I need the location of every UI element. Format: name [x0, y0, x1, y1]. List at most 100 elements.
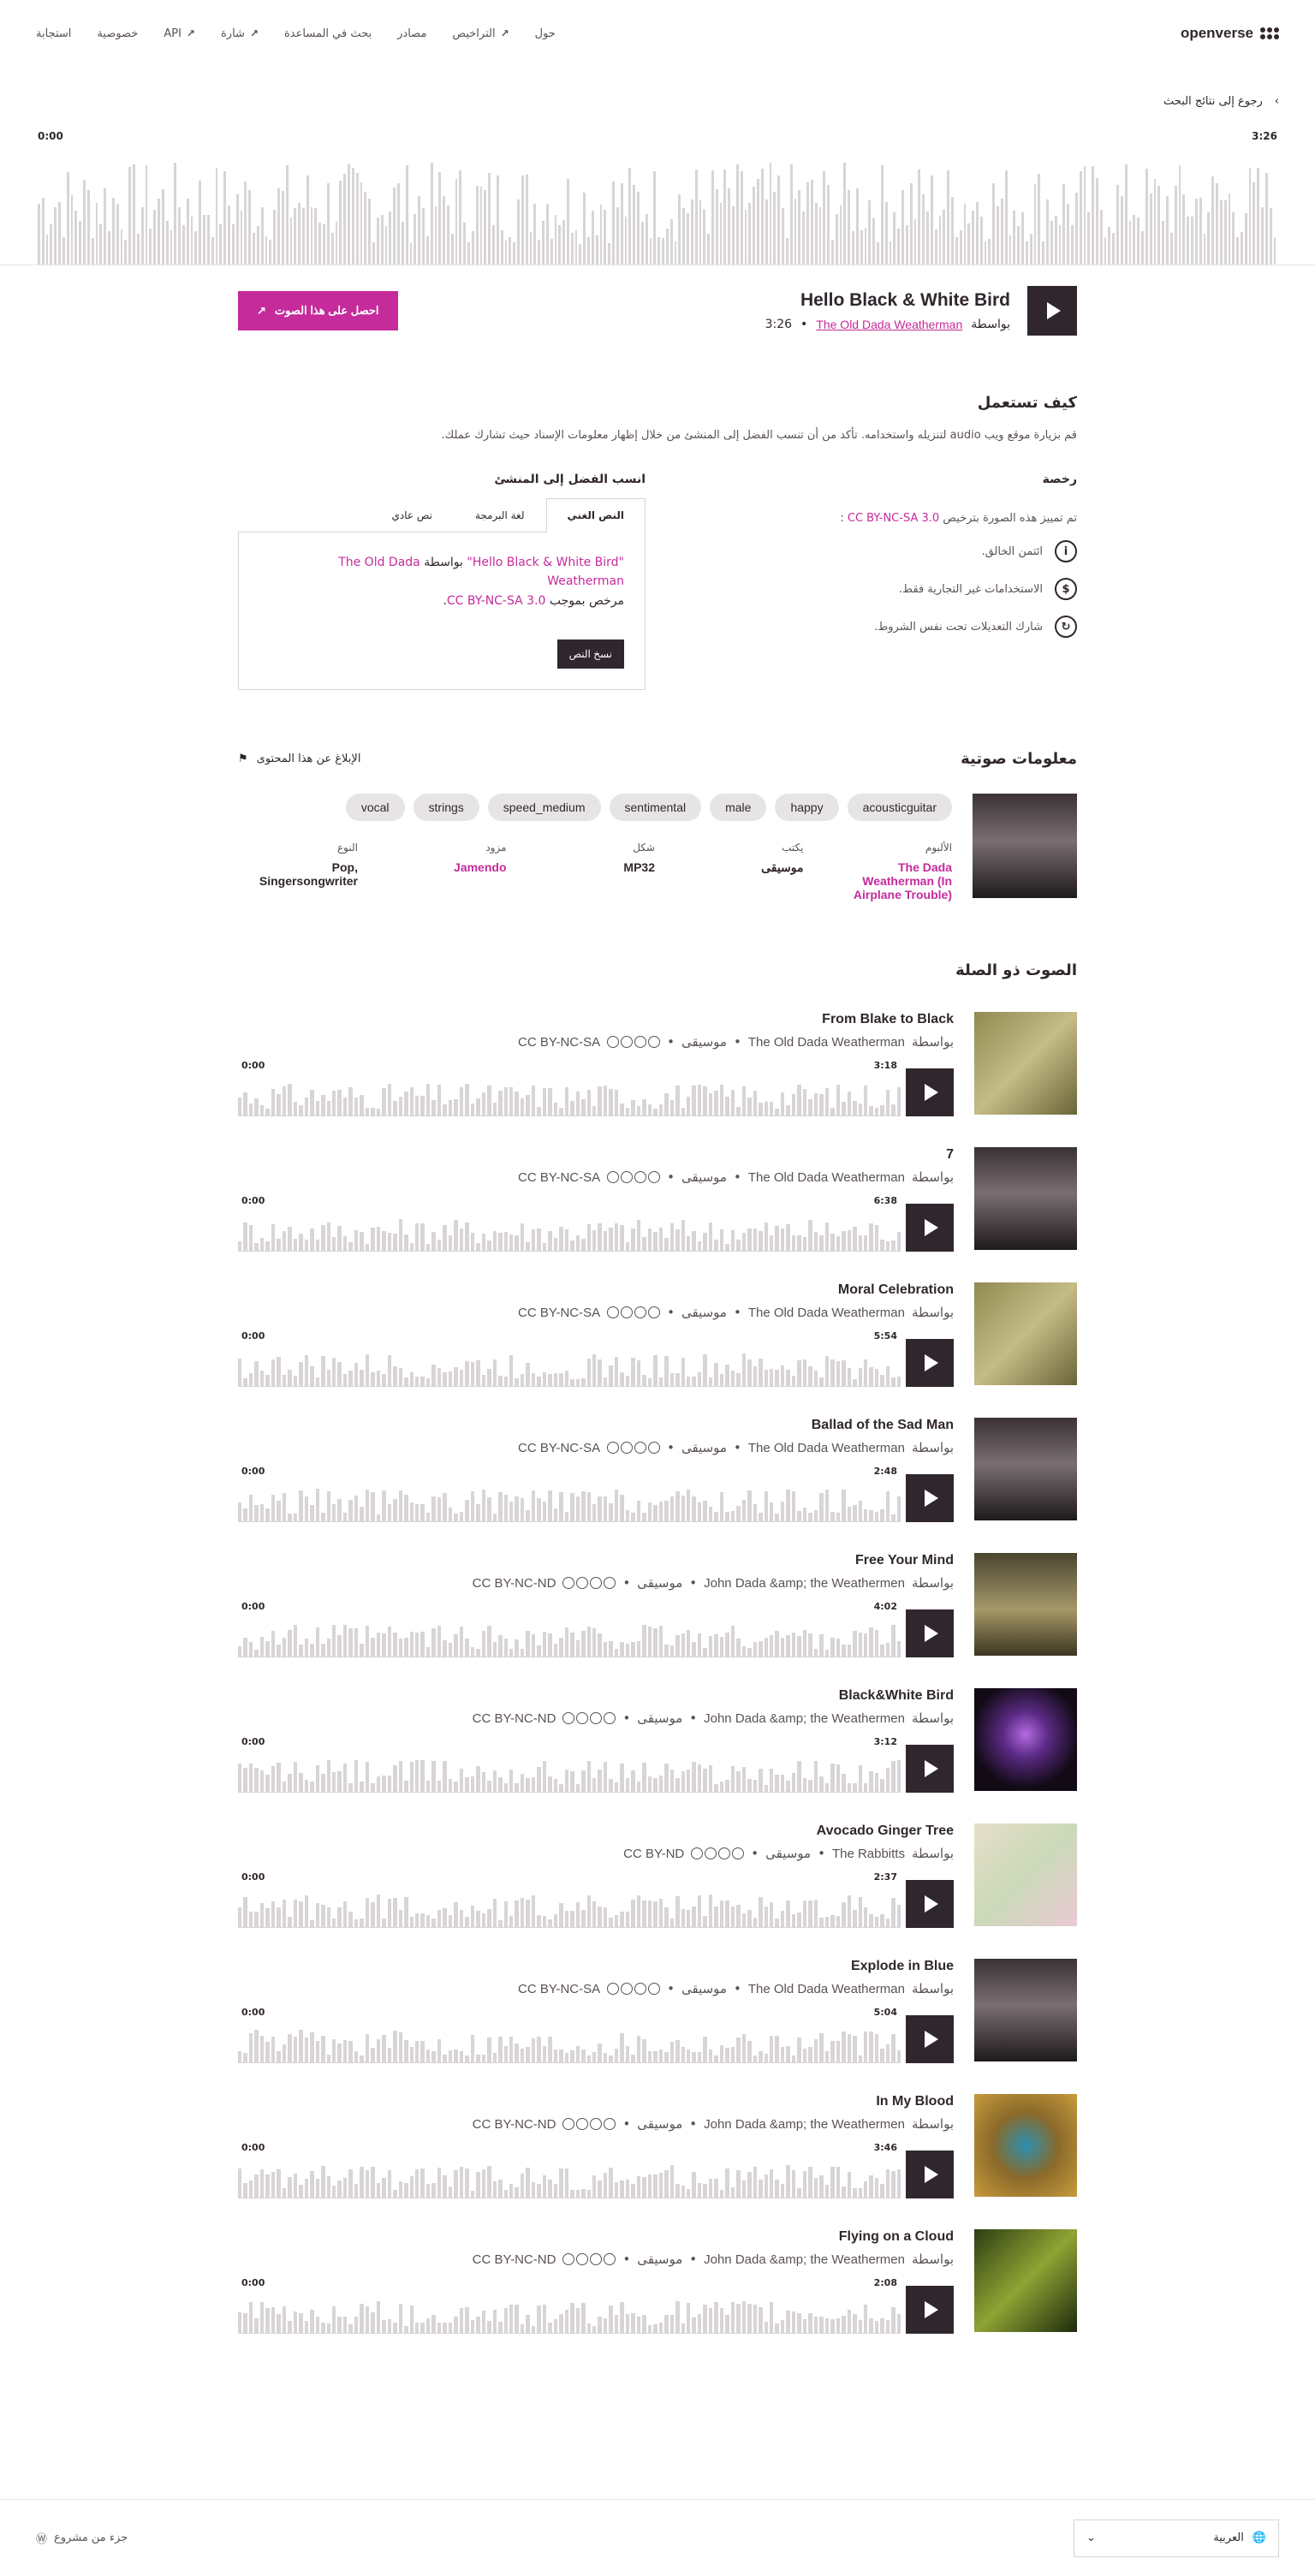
related-waveform[interactable]: 0:00 2:48: [238, 1466, 954, 1522]
play-button[interactable]: [1027, 286, 1077, 336]
separator-dot: •: [800, 318, 808, 331]
download-button[interactable]: احصل على هذا الصوت ↗: [238, 291, 398, 330]
related-waveform[interactable]: 0:00 2:08: [238, 2277, 954, 2334]
related-item[interactable]: Avocado Ginger Tree بواسطة The Rabbitts • مو…: [238, 1823, 1077, 1928]
separator-dot: •: [622, 2116, 631, 2132]
waveform-bar: [802, 1508, 807, 1521]
related-title[interactable]: Moral Celebration: [238, 1282, 954, 1298]
waveform-bar: [730, 1766, 735, 1792]
metadata-link[interactable]: Jamendo: [387, 860, 506, 874]
waveform-bar: [389, 211, 392, 265]
related-item[interactable]: From Blake to Black بواسطة The Old Dada We…: [238, 1012, 1077, 1116]
waveform-bar: [509, 1234, 514, 1251]
copy-text-button[interactable]: نسخ النص: [556, 640, 624, 669]
tag-chip[interactable]: speed_medium: [487, 794, 601, 821]
related-waveform[interactable]: 0:00 2:37: [238, 1871, 954, 1928]
related-waveform[interactable]: 0:00 3:12: [238, 1736, 954, 1793]
related-title[interactable]: Explode in Blue: [238, 1959, 954, 1974]
waveform-bar: [293, 2311, 298, 2333]
play-button[interactable]: [906, 2286, 954, 2334]
nav-api[interactable]: ↗ API: [164, 27, 195, 40]
main-waveform[interactable]: 0:00 3:26: [0, 125, 1315, 265]
tab-plain-text[interactable]: نص عادي: [371, 498, 454, 532]
waveform-bar: [265, 2042, 270, 2062]
related-title[interactable]: In My Blood: [238, 2094, 954, 2109]
waveform-bar: [509, 2184, 514, 2198]
related-waveform[interactable]: 0:00 5:54: [238, 1330, 954, 1387]
report-button[interactable]: الإبلاغ عن هذا المحتوى ⚑: [238, 753, 360, 765]
nav-badge[interactable]: ↗ شارة: [221, 27, 259, 40]
attribution-license-link[interactable]: CC BY-NC-SA 3.0: [447, 594, 546, 608]
language-select[interactable]: 🌐 العربية ⌄: [1074, 2519, 1279, 2557]
play-button[interactable]: [906, 2151, 954, 2198]
metadata-link[interactable]: The Dada Weatherman (In Airplane Trouble…: [832, 860, 952, 901]
work-link[interactable]: "Hello Black & White Bird": [467, 556, 624, 569]
nav-about[interactable]: حول: [535, 27, 556, 40]
related-waveform[interactable]: 0:00 6:38: [238, 1195, 954, 1252]
play-button[interactable]: [906, 1204, 954, 1252]
waveform-bar: [481, 1913, 486, 1927]
waveform-bar: [901, 190, 904, 265]
related-title[interactable]: Ballad of the Sad Man: [238, 1418, 954, 1433]
related-item[interactable]: Moral Celebration بواسطة The Old Dada Weat…: [238, 1282, 1077, 1387]
nav-licenses[interactable]: ↗ التراخيص: [452, 27, 509, 40]
related-item[interactable]: In My Blood بواسطة John Dada &amp; the Wea…: [238, 2094, 1077, 2198]
waveform-bar: [398, 1490, 403, 1521]
waveform-bar: [741, 1913, 747, 1927]
related-title[interactable]: Avocado Ginger Tree: [238, 1823, 954, 1839]
related-title[interactable]: 7: [238, 1147, 954, 1163]
nav-search-help[interactable]: بحث في المساعدة: [284, 27, 372, 40]
play-button[interactable]: [906, 1068, 954, 1116]
related-item[interactable]: Black&White Bird بواسطة John Dada &amp; th…: [238, 1688, 1077, 1793]
tag-chip[interactable]: strings: [413, 794, 479, 821]
related-title[interactable]: Flying on a Cloud: [238, 2229, 954, 2245]
play-button[interactable]: [906, 1339, 954, 1387]
waveform-bar: [747, 1648, 752, 1657]
tag-chip[interactable]: male: [710, 794, 767, 821]
waveform-bar: [420, 1096, 425, 1115]
waveform-bar: [636, 1501, 641, 1521]
related-waveform[interactable]: 0:00 3:18: [238, 1060, 954, 1116]
artist-link[interactable]: The Old Dada Weatherman: [816, 318, 962, 331]
waveform-bar: [326, 1101, 330, 1115]
tag-chip[interactable]: happy: [775, 794, 839, 821]
nav-sources[interactable]: مصادر: [397, 27, 426, 40]
license-link[interactable]: CC BY-NC-SA 3.0: [848, 512, 939, 525]
play-button[interactable]: [906, 2015, 954, 2063]
waveform-bar: [863, 1509, 868, 1521]
related-waveform[interactable]: 0:00 4:02: [238, 1601, 954, 1657]
play-button[interactable]: [906, 1609, 954, 1657]
waveform-bar: [725, 1244, 729, 1251]
waveform-bar: [692, 1231, 696, 1251]
waveform-bar: [372, 242, 375, 265]
related-item[interactable]: Ballad of the Sad Man بواسطة The Old Dada …: [238, 1418, 1077, 1522]
related-item[interactable]: 7 بواسطة The Old Dada Weatherman • موسيقى • CC…: [238, 1147, 1077, 1252]
waveform-bar: [515, 1783, 519, 1792]
related-title[interactable]: Free Your Mind: [238, 1553, 954, 1568]
play-button[interactable]: [906, 1880, 954, 1928]
play-button[interactable]: [906, 1745, 954, 1793]
related-waveform[interactable]: 0:00 5:04: [238, 2007, 954, 2063]
nav-privacy[interactable]: خصوصية: [97, 27, 138, 40]
waveform-bar: [161, 189, 164, 265]
related-waveform[interactable]: 0:00 3:46: [238, 2142, 954, 2198]
related-meta: بواسطة The Old Dada Weatherman • موسيقى • CC …: [238, 1034, 954, 1050]
tab-html[interactable]: لغة البرمجة: [454, 498, 546, 532]
waveform-bar: [281, 191, 284, 265]
tab-rich-text[interactable]: النص الغني: [545, 498, 646, 532]
tag-chip[interactable]: sentimental: [609, 794, 702, 821]
tag-chip[interactable]: vocal: [345, 794, 405, 821]
play-button[interactable]: [906, 1474, 954, 1522]
tag-chip[interactable]: acousticguitar: [847, 794, 952, 821]
waveform-bar: [697, 2052, 702, 2062]
related-item[interactable]: Explode in Blue بواسطة The Old Dada Weathe…: [238, 1959, 1077, 2063]
related-title[interactable]: From Blake to Black: [238, 1012, 954, 1027]
wordpress-link[interactable]: جزء من مشروع Ⓦ: [36, 2530, 128, 2546]
back-to-results[interactable]: › رجوع إلى نتائج البحث: [0, 77, 1315, 125]
openverse-logo[interactable]: openverse: [1181, 25, 1279, 42]
waveform-bar: [95, 203, 98, 265]
related-title[interactable]: Black&White Bird: [238, 1688, 954, 1704]
nav-feedback[interactable]: استجابة: [36, 27, 71, 40]
related-item[interactable]: Free Your Mind بواسطة John Dada &amp; the …: [238, 1553, 1077, 1657]
related-item[interactable]: Flying on a Cloud بواسطة John Dada &amp; t…: [238, 2229, 1077, 2334]
